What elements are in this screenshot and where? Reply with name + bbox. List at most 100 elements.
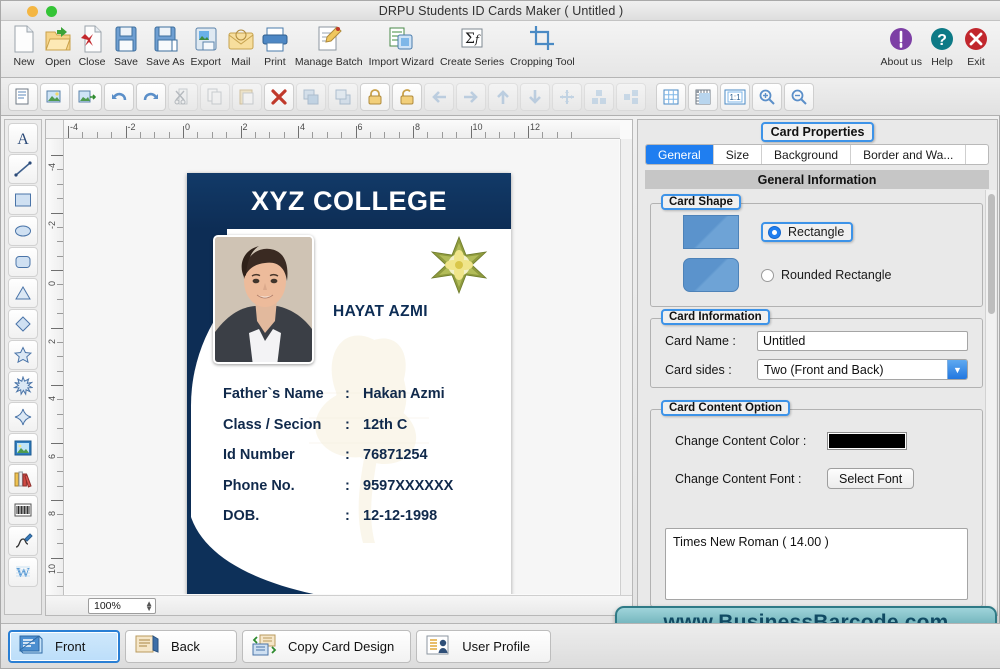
rounded-rectangle-radio-wrap[interactable]: Rounded Rectangle — [761, 268, 892, 282]
paste-icon[interactable] — [232, 82, 262, 111]
copy-card-design-button[interactable]: Copy Card Design — [242, 629, 412, 663]
card-side-front-button[interactable]: Front — [8, 629, 120, 663]
align-left-icon[interactable] — [424, 82, 454, 111]
content-color-swatch[interactable] — [827, 432, 907, 450]
watermark-tool[interactable]: W — [8, 557, 38, 587]
rectangle-tool[interactable] — [8, 185, 38, 215]
zoom-in-icon[interactable] — [752, 82, 782, 111]
properties-scrollbar-thumb[interactable] — [988, 194, 995, 314]
canvas-vertical-scrollbar[interactable] — [620, 139, 632, 595]
user-profile-icon — [425, 634, 451, 659]
rounded-rectangle-tool[interactable] — [8, 247, 38, 277]
toolbar-label-open: Open — [45, 56, 71, 68]
ellipse-tool[interactable] — [8, 216, 38, 246]
card-photo[interactable] — [213, 235, 314, 364]
redo-icon[interactable] — [136, 82, 166, 111]
export-image-icon[interactable] — [72, 82, 102, 111]
window-title: DRPU Students ID Cards Maker ( Untitled … — [378, 4, 624, 18]
select-font-button[interactable]: Select Font — [827, 468, 915, 489]
card-field-colon: : — [345, 508, 350, 524]
ruler-tick — [51, 385, 63, 386]
toolbar-button-import-wizard[interactable]: Import Wizard — [366, 24, 437, 68]
ruler-minor-tick — [57, 298, 63, 300]
distribute-horizontal-icon[interactable] — [584, 82, 614, 111]
card-shape-option-rectangle[interactable]: Rectangle — [683, 215, 854, 249]
distribute-vertical-icon[interactable] — [616, 82, 646, 111]
toolbar-button-mail[interactable]: Mail — [224, 24, 258, 68]
card-shape-option-rounded-rectangle[interactable]: Rounded Rectangle — [683, 258, 892, 292]
align-top-icon[interactable] — [488, 82, 518, 111]
signature-tool[interactable] — [8, 526, 38, 556]
copy-icon[interactable] — [200, 82, 230, 111]
rectangle-radio[interactable] — [768, 225, 781, 239]
four-point-star-tool[interactable] — [8, 402, 38, 432]
starburst-tool[interactable] — [8, 371, 38, 401]
ruler-minor-tick — [82, 132, 84, 138]
card-back-label: Back — [171, 638, 200, 654]
edit-properties-icon[interactable] — [8, 82, 38, 111]
open-folder-icon — [44, 24, 72, 54]
toolbar-button-new[interactable]: New — [7, 24, 41, 68]
cut-icon[interactable] — [168, 82, 198, 111]
align-bottom-icon[interactable] — [520, 82, 550, 111]
text-tool[interactable]: A — [8, 123, 38, 153]
card-name-input[interactable]: Untitled — [757, 331, 968, 351]
lock-icon[interactable] — [360, 82, 390, 111]
toolbar-label-save-as: Save As — [146, 56, 185, 68]
rounded-rectangle-radio[interactable] — [761, 268, 774, 282]
card-sides-select[interactable]: Two (Front and Back) ▼ — [757, 359, 968, 380]
toolbar-button-cropping-tool[interactable]: Cropping Tool — [507, 24, 578, 68]
card-field-key: DOB. — [223, 508, 260, 524]
star-tool[interactable] — [8, 340, 38, 370]
barcode-tool[interactable] — [8, 495, 38, 525]
ruler-corner — [46, 120, 64, 139]
actual-size-icon[interactable]: 1:1 — [720, 82, 750, 111]
toolbar-button-export[interactable]: Export — [188, 24, 224, 68]
triangle-tool[interactable] — [8, 278, 38, 308]
show-ruler-icon[interactable] — [688, 82, 718, 111]
rectangle-radio-wrap[interactable]: Rectangle — [761, 222, 854, 242]
ruler-minor-tick — [57, 198, 63, 200]
tab-background[interactable]: Background — [762, 145, 852, 164]
show-grid-icon[interactable] — [656, 82, 686, 111]
toolbar-button-print[interactable]: Print — [258, 24, 292, 68]
svg-text:W: W — [16, 566, 30, 581]
properties-vertical-scrollbar[interactable] — [985, 190, 996, 613]
toolbar-button-open[interactable]: Open — [41, 24, 75, 68]
zoom-out-icon[interactable] — [784, 82, 814, 111]
toolbar-button-save-as[interactable]: Save As — [143, 24, 188, 68]
card-front-icon — [18, 634, 44, 659]
user-profile-button[interactable]: User Profile — [416, 629, 552, 663]
tab-size[interactable]: Size — [714, 145, 763, 164]
tab-general[interactable]: General — [646, 145, 714, 164]
zoom-level-selector[interactable]: 100% ▲ ▼ — [88, 597, 156, 614]
toolbar-button-about-us[interactable]: About us — [878, 24, 925, 68]
ruler-minor-tick — [571, 132, 573, 138]
design-canvas[interactable]: XYZ COLLEGE HAYAT AZMI Father`s Name: H… — [65, 140, 619, 594]
diamond-tool[interactable] — [8, 309, 38, 339]
align-right-icon[interactable] — [456, 82, 486, 111]
zoom-stepper-icon[interactable]: ▲ ▼ — [145, 599, 153, 612]
bring-to-front-icon[interactable] — [296, 82, 326, 111]
id-card-design[interactable]: XYZ COLLEGE HAYAT AZMI Father`s Name: H… — [187, 173, 511, 594]
toolbar-button-help[interactable]: ? Help — [925, 24, 959, 68]
tab-border-and-watermark[interactable]: Border and Wa... — [851, 145, 967, 164]
chevron-down-icon[interactable]: ▼ — [947, 360, 967, 379]
toolbar-button-exit[interactable]: Exit — [959, 24, 993, 68]
toolbar-button-close[interactable]: Close — [75, 24, 109, 68]
line-tool[interactable] — [8, 154, 38, 184]
toolbar-button-save[interactable]: Save — [109, 24, 143, 68]
image-tool[interactable] — [8, 433, 38, 463]
toolbar-button-create-series[interactable]: Σf Create Series — [437, 24, 507, 68]
card-side-back-button[interactable]: Back — [125, 629, 237, 663]
svg-text:A: A — [17, 131, 29, 148]
delete-icon[interactable] — [264, 82, 294, 111]
toolbar-button-manage-batch[interactable]: Manage Batch — [292, 24, 366, 68]
insert-image-icon[interactable] — [40, 82, 70, 111]
undo-icon[interactable] — [104, 82, 134, 111]
ruler-minor-tick — [283, 132, 285, 138]
center-icon[interactable] — [552, 82, 582, 111]
library-tool[interactable] — [8, 464, 38, 494]
unlock-icon[interactable] — [392, 82, 422, 111]
send-to-back-icon[interactable] — [328, 82, 358, 111]
